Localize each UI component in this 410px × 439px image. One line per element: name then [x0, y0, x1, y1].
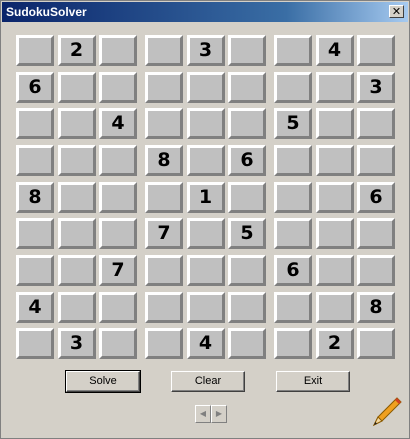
close-icon: ✕	[391, 5, 402, 18]
sudoku-cell[interactable]	[145, 291, 183, 323]
sudoku-cell[interactable]	[99, 291, 137, 323]
sudoku-cell[interactable]: 6	[357, 181, 395, 213]
sudoku-cell[interactable]	[57, 71, 96, 103]
sudoku-cell[interactable]: 5	[274, 108, 312, 139]
sudoku-cell[interactable]: 3	[357, 71, 395, 103]
sudoku-cell[interactable]	[315, 291, 354, 323]
sudoku-cell[interactable]	[186, 218, 225, 249]
arrow-left-icon: ◀	[199, 409, 207, 418]
sudoku-solver-window: SudokuSolver ✕ 234634586816757648342 Sol…	[0, 0, 410, 439]
sudoku-cell[interactable]	[228, 71, 266, 103]
sudoku-cell[interactable]: 6	[16, 71, 54, 103]
exit-button[interactable]: Exit	[276, 371, 350, 392]
sudoku-cell[interactable]	[274, 328, 312, 359]
close-button[interactable]: ✕	[389, 5, 404, 18]
clear-button[interactable]: Clear	[171, 371, 245, 392]
sudoku-cell[interactable]	[228, 328, 266, 359]
sudoku-cell[interactable]	[315, 145, 354, 176]
sudoku-cell[interactable]	[57, 255, 96, 286]
sudoku-cell[interactable]	[16, 218, 54, 249]
sudoku-cell[interactable]	[16, 145, 54, 176]
sudoku-cell[interactable]	[16, 35, 54, 66]
sudoku-cell[interactable]	[357, 218, 395, 249]
sudoku-cell[interactable]	[145, 328, 183, 359]
sudoku-cell[interactable]	[57, 181, 96, 213]
sudoku-cell[interactable]	[186, 255, 225, 286]
sudoku-cell[interactable]	[315, 181, 354, 213]
sudoku-cell[interactable]	[145, 35, 183, 66]
sudoku-cell[interactable]	[274, 35, 312, 66]
window-title: SudokuSolver	[6, 5, 87, 19]
sudoku-cell[interactable]: 8	[16, 181, 54, 213]
sudoku-cell[interactable]: 6	[228, 145, 266, 176]
sudoku-cell[interactable]	[99, 145, 137, 176]
sudoku-cell[interactable]	[99, 328, 137, 359]
arrow-right-icon: ▶	[215, 409, 223, 418]
sudoku-cell[interactable]	[186, 71, 225, 103]
sudoku-cell[interactable]	[99, 218, 137, 249]
pencil-icon	[372, 397, 402, 427]
sudoku-cell[interactable]	[228, 291, 266, 323]
solve-button[interactable]: Solve	[65, 370, 141, 393]
sudoku-cell[interactable]	[57, 108, 96, 139]
sudoku-cell[interactable]	[99, 71, 137, 103]
sudoku-cell[interactable]: 4	[315, 35, 354, 66]
sudoku-cell[interactable]: 2	[315, 328, 354, 359]
sudoku-cell[interactable]	[228, 35, 266, 66]
sudoku-cell[interactable]	[57, 218, 96, 249]
sudoku-cell[interactable]: 1	[186, 181, 225, 213]
sudoku-cell[interactable]	[186, 145, 225, 176]
sudoku-cell[interactable]	[357, 255, 395, 286]
sudoku-cell[interactable]	[186, 291, 225, 323]
sudoku-cell[interactable]	[315, 218, 354, 249]
sudoku-cell[interactable]: 8	[145, 145, 183, 176]
sudoku-cell[interactable]	[99, 181, 137, 213]
sudoku-cell[interactable]	[145, 71, 183, 103]
sudoku-cell[interactable]	[357, 328, 395, 359]
sudoku-cell[interactable]	[57, 145, 96, 176]
spin-right-button[interactable]: ▶	[211, 405, 227, 423]
title-bar[interactable]: SudokuSolver ✕	[2, 2, 408, 22]
sudoku-cell[interactable]	[315, 108, 354, 139]
sudoku-cell[interactable]	[274, 291, 312, 323]
sudoku-cell[interactable]	[357, 108, 395, 139]
sudoku-cell[interactable]	[99, 35, 137, 66]
sudoku-cell[interactable]	[16, 255, 54, 286]
sudoku-cell[interactable]: 5	[228, 218, 266, 249]
sudoku-cell[interactable]	[357, 145, 395, 176]
sudoku-cell[interactable]	[57, 291, 96, 323]
sudoku-cell[interactable]	[186, 108, 225, 139]
sudoku-cell[interactable]: 3	[57, 328, 96, 359]
sudoku-cell[interactable]	[274, 218, 312, 249]
sudoku-cell[interactable]	[274, 181, 312, 213]
sudoku-cell[interactable]	[315, 71, 354, 103]
sudoku-cell[interactable]	[315, 255, 354, 286]
spin-left-button[interactable]: ◀	[195, 405, 211, 423]
sudoku-cell[interactable]: 2	[57, 35, 96, 66]
sudoku-cell[interactable]: 4	[186, 328, 225, 359]
sudoku-cell[interactable]	[145, 108, 183, 139]
sudoku-cell[interactable]	[274, 71, 312, 103]
sudoku-cell[interactable]: 7	[99, 255, 137, 286]
sudoku-cell[interactable]: 7	[145, 218, 183, 249]
sudoku-cell[interactable]	[16, 108, 54, 139]
sudoku-cell[interactable]: 4	[16, 291, 54, 323]
sudoku-cell[interactable]: 6	[274, 255, 312, 286]
sudoku-cell[interactable]: 3	[186, 35, 225, 66]
sudoku-cell[interactable]	[274, 145, 312, 176]
sudoku-cell[interactable]	[145, 181, 183, 213]
sudoku-cell[interactable]	[228, 108, 266, 139]
sudoku-cell[interactable]: 4	[99, 108, 137, 139]
sudoku-cell[interactable]: 8	[357, 291, 395, 323]
sudoku-cell[interactable]	[228, 255, 266, 286]
sudoku-cell[interactable]	[228, 181, 266, 213]
sudoku-cell[interactable]	[357, 35, 395, 66]
sudoku-cell[interactable]	[145, 255, 183, 286]
sudoku-cell[interactable]	[16, 328, 54, 359]
